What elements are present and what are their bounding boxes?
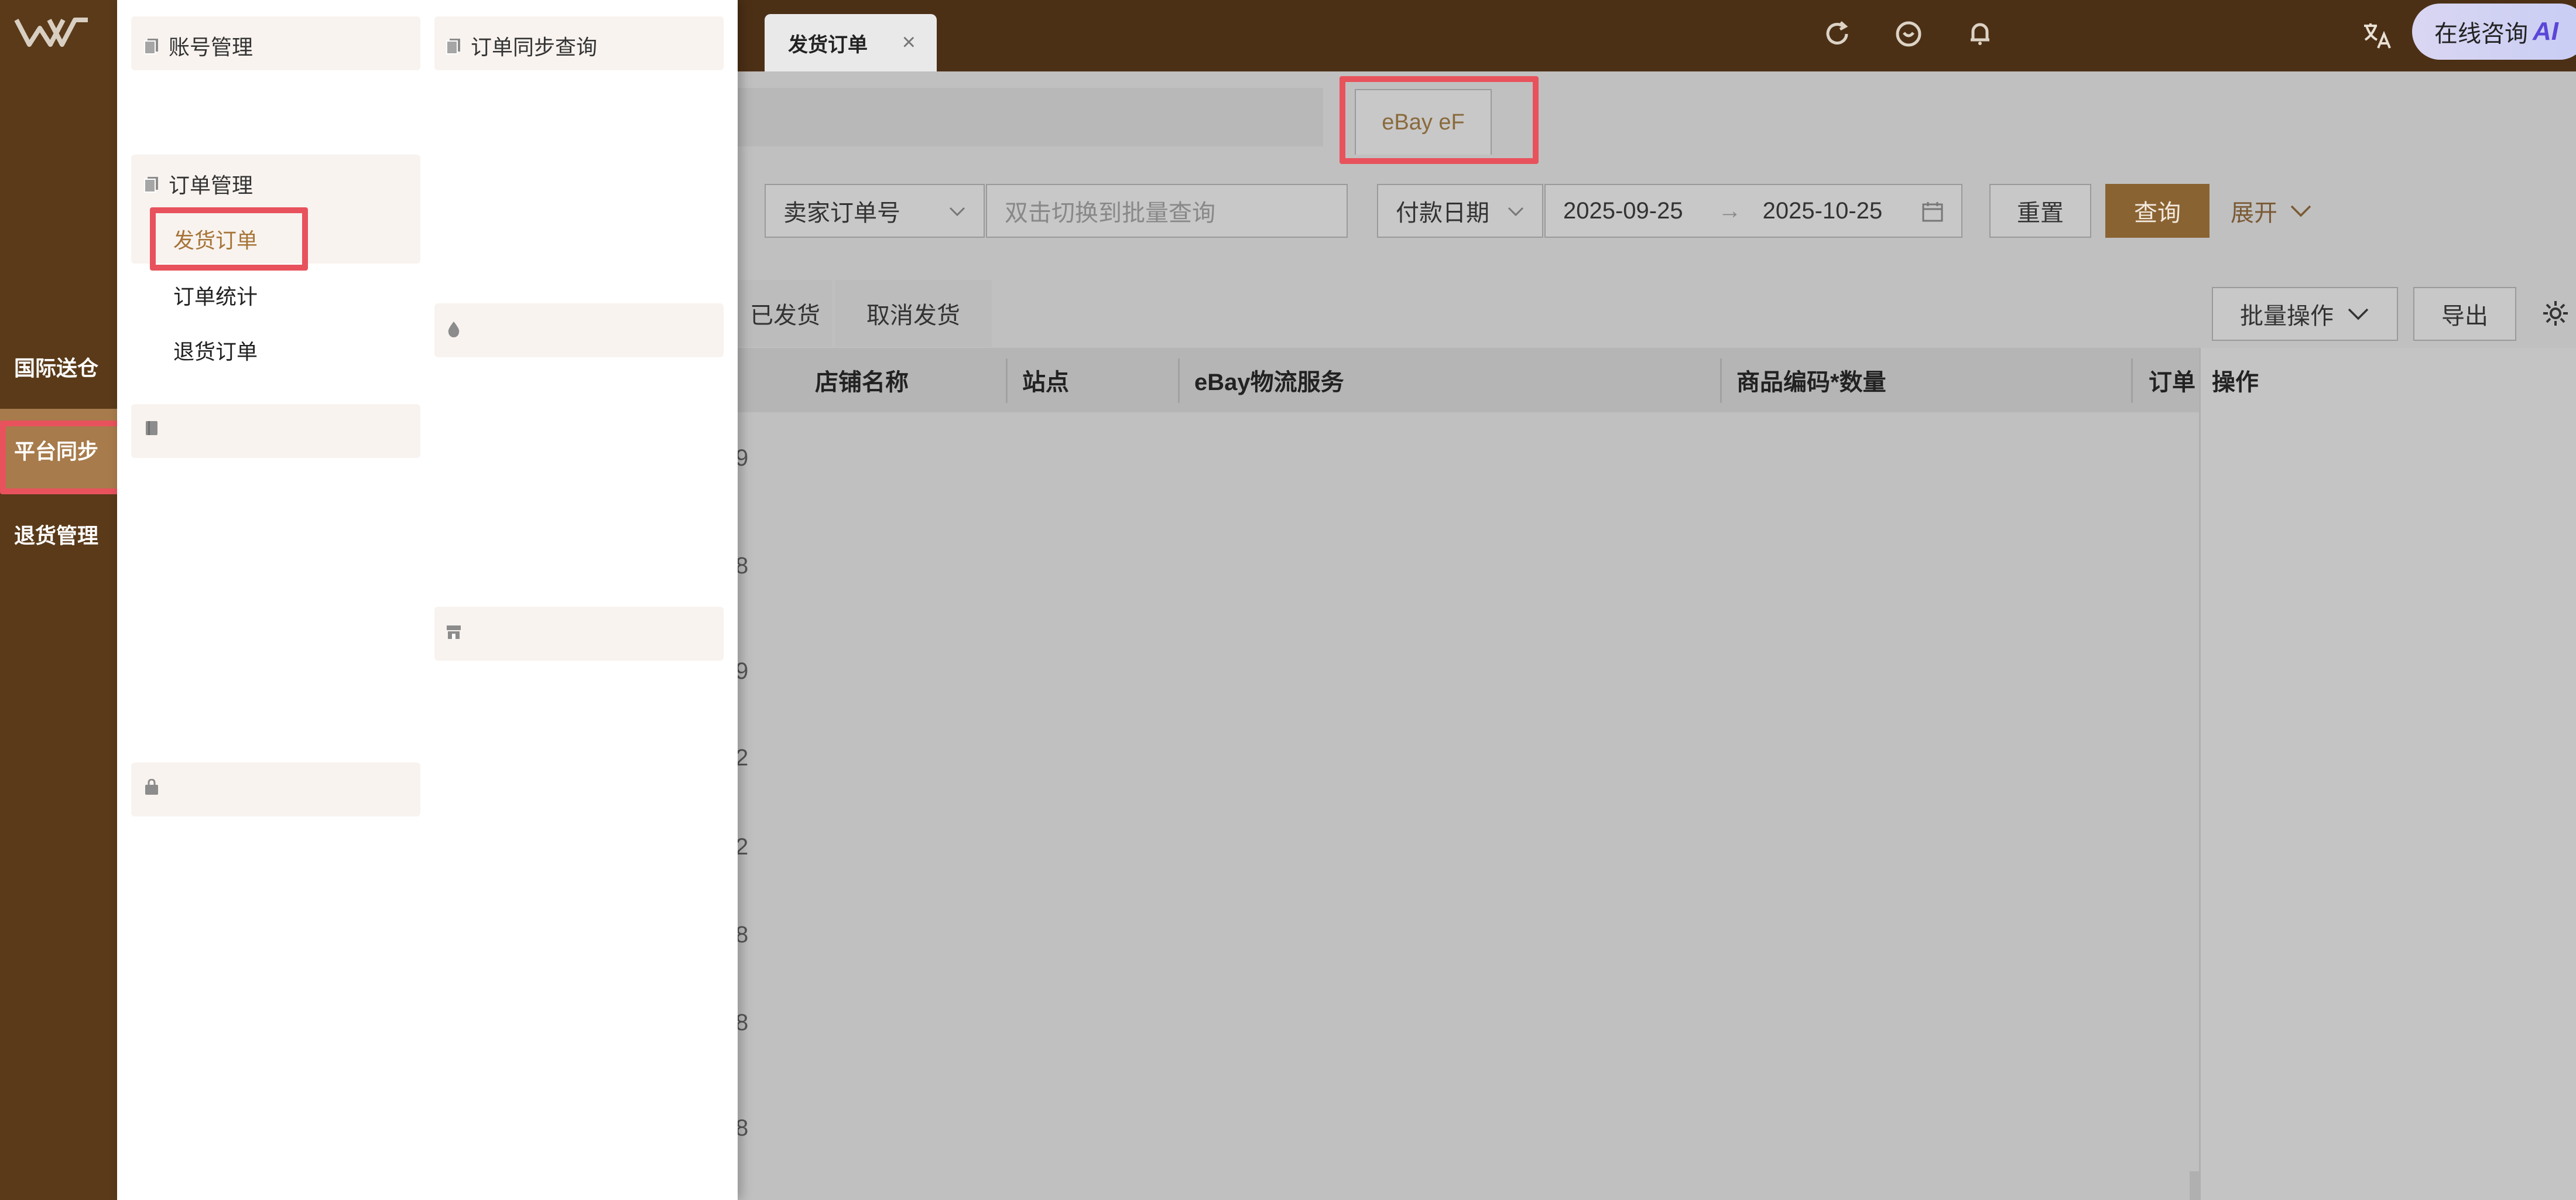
chevron-down-icon <box>2348 308 2369 320</box>
chevron-down-icon <box>2290 205 2311 217</box>
menu-link-order-statistics[interactable]: 订单统计 <box>173 280 258 310</box>
highlight-box <box>1340 76 1539 164</box>
column-header-sku-quantity[interactable]: 商品编码*数量 <box>1736 348 1886 412</box>
tab-shipping-orders[interactable]: 发货订单 × <box>765 14 937 71</box>
smile-icon[interactable] <box>1892 18 1925 50</box>
bag-icon <box>145 779 158 795</box>
date-type-value: 付款日期 <box>1396 200 1489 226</box>
batch-operation-button[interactable]: 批量操作 <box>2212 287 2398 341</box>
date-arrow: → <box>1718 197 1742 224</box>
export-button[interactable]: 导出 <box>2413 287 2516 341</box>
rail-item-international-warehouse[interactable]: 国际送仓 <box>0 326 117 408</box>
rail-item-label: 退货管理 <box>14 524 99 548</box>
date-end: 2025-10-25 <box>1762 197 1883 224</box>
bell-icon[interactable] <box>1964 18 1996 50</box>
search-field-select-value: 卖家订单号 <box>783 200 900 226</box>
menu-group-header <box>131 404 420 458</box>
chevron-down-icon <box>1508 207 1524 217</box>
column-separator <box>1006 358 1008 403</box>
drop-icon <box>448 322 460 337</box>
menu-group-header <box>131 763 420 816</box>
brand-logo-icon[interactable] <box>14 15 90 50</box>
status-tab-cancelled[interactable]: 取消发货 <box>835 280 992 347</box>
menu-group-bag[interactable] <box>143 779 169 796</box>
column-header-order[interactable]: 订单 <box>2149 348 2195 412</box>
menu-group-title: 订单管理 <box>169 173 254 197</box>
column-header-store-name[interactable]: 店铺名称 <box>815 348 909 412</box>
platform-tab-strip <box>738 88 1323 146</box>
doc-stack-icon <box>446 39 460 54</box>
column-separator <box>1720 358 1722 403</box>
left-rail <box>0 0 117 1200</box>
horizontal-scrollbar-handle[interactable] <box>2190 1171 2199 1200</box>
reset-button[interactable]: 重置 <box>1989 184 2091 238</box>
menu-group-drop[interactable] <box>445 320 471 337</box>
doc-stack-icon <box>144 177 158 193</box>
menu-group-order-sync-query[interactable]: 订单同步查询 <box>445 30 597 61</box>
date-type-select[interactable]: 付款日期 <box>1377 184 1543 238</box>
doc-stack-icon <box>144 39 158 54</box>
rail-item-returns[interactable]: 退货管理 <box>0 493 117 575</box>
expand-button[interactable]: 展开 <box>2231 184 2342 238</box>
rail-item-label: 国际送仓 <box>14 356 99 380</box>
store-icon <box>447 625 461 639</box>
settings-gear-icon[interactable] <box>2541 299 2570 328</box>
highlight-box <box>0 420 125 494</box>
date-range-picker[interactable]: 2025-09-25 → 2025-10-25 <box>1544 184 1962 238</box>
column-separator <box>2131 358 2133 403</box>
status-tab-shipped[interactable]: 已发货 <box>738 280 833 347</box>
menu-group-book[interactable] <box>143 419 169 437</box>
chevron-down-icon <box>949 207 965 217</box>
column-header-operations[interactable]: 操作 <box>2212 348 2259 412</box>
close-icon[interactable]: × <box>902 29 916 56</box>
tab-label: 发货订单 <box>788 33 868 56</box>
menu-group-account-management[interactable]: 账号管理 <box>143 30 253 61</box>
column-separator <box>1178 358 1180 403</box>
search-field-select[interactable]: 卖家订单号 <box>765 184 985 238</box>
query-button[interactable]: 查询 <box>2105 184 2210 238</box>
search-input-placeholder: 双击切换到批量查询 <box>1005 200 1215 226</box>
expand-label: 展开 <box>2231 200 2277 226</box>
ai-badge: AI <box>2533 17 2558 46</box>
operations-column <box>2199 348 2576 1200</box>
menu-group-header <box>434 303 724 357</box>
menu-group-store[interactable] <box>445 623 471 641</box>
column-header-ebay-shipping-service[interactable]: eBay物流服务 <box>1194 348 1344 412</box>
refresh-icon[interactable] <box>1821 18 1854 50</box>
highlight-box <box>150 207 308 271</box>
menu-group-title: 账号管理 <box>169 35 254 59</box>
ai-pill-label: 在线咨询 <box>2434 21 2528 47</box>
menu-group-header <box>434 607 724 661</box>
menu-group-title: 订单同步查询 <box>471 35 598 59</box>
online-consult-ai-button[interactable]: 在线咨询 AI <box>2412 4 2576 60</box>
calendar-icon <box>1922 202 1943 222</box>
book-icon <box>146 421 157 435</box>
translate-icon[interactable] <box>2359 18 2395 53</box>
menu-link-return-orders[interactable]: 退货订单 <box>173 335 258 365</box>
column-header-site[interactable]: 站点 <box>1022 348 1069 412</box>
menu-group-order-management[interactable]: 订单管理 <box>143 169 253 199</box>
date-start: 2025-09-25 <box>1563 197 1683 224</box>
search-input[interactable]: 双击切换到批量查询 <box>986 184 1348 238</box>
batch-operation-label: 批量操作 <box>2240 303 2334 329</box>
